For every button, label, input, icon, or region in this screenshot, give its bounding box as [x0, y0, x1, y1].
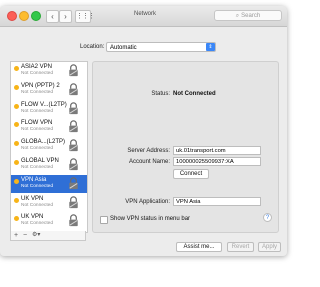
search-icon: ⌕: [235, 13, 240, 19]
service-list-item[interactable]: GLOBA...(L2TP) Not Connected: [11, 137, 87, 155]
service-status: Not Connected: [21, 71, 53, 76]
network-preferences-window: ‹ › ⋮⋮⋮ Network ⌕ Search Location: Automa…: [0, 6, 287, 256]
vpn-lock-icon: [69, 214, 78, 227]
vpn-lock-icon: [69, 139, 78, 152]
service-status: Not Connected: [21, 183, 53, 189]
status-dot-icon: [14, 178, 19, 184]
service-list-footer: + − ⚙▾: [10, 231, 86, 241]
service-name: ASIA2 VPN: [21, 64, 53, 70]
chevron-updown-icon: ⇕: [206, 43, 215, 51]
service-list-item[interactable]: VPN Asia Not Connected: [11, 174, 87, 193]
account-name-field[interactable]: 100000025509937:XA: [173, 157, 261, 166]
status-dot-icon: [14, 66, 19, 71]
add-service-button[interactable]: +: [14, 231, 18, 240]
close-window-button[interactable]: [7, 11, 17, 21]
forward-button[interactable]: ›: [59, 10, 72, 23]
vpn-application-label: VPN Application:: [125, 199, 170, 205]
service-name: VPN (PPTP) 2: [21, 82, 60, 89]
apply-button[interactable]: Apply: [258, 242, 281, 252]
service-status: Not Connected: [21, 146, 53, 152]
minimize-window-button[interactable]: [19, 11, 29, 21]
vpn-lock-icon: [69, 195, 78, 208]
back-button[interactable]: ‹: [46, 10, 59, 23]
vpn-lock-icon: [69, 64, 78, 77]
service-status: Not Connected: [21, 221, 53, 227]
service-list-item[interactable]: ASIA2 VPN Not Connected: [11, 62, 87, 80]
service-list: ASIA2 VPN Not Connected VPN (PPTP) 2 Not Co…: [10, 61, 88, 233]
service-list-item[interactable]: FLOW VPN Not Connected: [11, 118, 87, 136]
status-dot-icon: [14, 103, 19, 109]
account-name-label: Account Name:: [128, 159, 170, 165]
service-status: Not Connected: [21, 108, 53, 114]
service-list-item[interactable]: UK VPN Not Connected: [11, 194, 87, 212]
location-value: Automatic: [110, 45, 137, 51]
vpn-lock-icon: [69, 158, 78, 171]
service-list-item[interactable]: FLOW V...(L2TP) Not Connected: [11, 100, 87, 118]
status-dot-icon: [14, 216, 19, 222]
service-status: Not Connected: [21, 202, 53, 208]
show-all-grid-button[interactable]: ⋮⋮⋮: [75, 10, 95, 23]
help-button[interactable]: ?: [263, 213, 272, 222]
status-label: Status:: [151, 91, 170, 97]
service-name: FLOW VPN: [21, 120, 53, 127]
status-dot-icon: [14, 160, 19, 165]
show-vpn-status-checkbox[interactable]: [100, 216, 108, 224]
search-placeholder: Search: [241, 13, 261, 19]
service-name: GLOBAL VPN: [21, 158, 59, 164]
zoom-window-button[interactable]: [31, 11, 41, 21]
gear-icon[interactable]: ⚙▾: [32, 231, 40, 240]
service-name: VPN Asia: [21, 176, 47, 183]
status-dot-icon: [14, 197, 19, 203]
service-list-item[interactable]: VPN (PPTP) 2 Not Connected: [11, 81, 87, 99]
service-list-item[interactable]: GLOBAL VPN Not Connected: [11, 156, 87, 174]
service-name: UK VPN: [21, 195, 44, 202]
status-dot-icon: [14, 84, 19, 90]
service-status: Not Connected: [21, 89, 53, 95]
status-dot-icon: [14, 122, 19, 128]
search-field[interactable]: ⌕ Search: [214, 10, 282, 21]
status-dot-icon: [14, 141, 19, 147]
vpn-lock-icon: [69, 101, 78, 114]
location-select[interactable]: Automatic ⇕: [106, 42, 216, 52]
revert-button[interactable]: Revert: [227, 242, 254, 252]
vpn-lock-icon: [69, 83, 78, 95]
service-list-item[interactable]: UK VPN Not Connected: [11, 212, 87, 230]
service-status: Not Connected: [21, 165, 53, 170]
server-address-label: Server Address:: [127, 148, 170, 154]
title-bar: ‹ › ⋮⋮⋮ Network ⌕ Search: [0, 6, 287, 27]
connect-button[interactable]: Connect: [173, 169, 209, 179]
vpn-application-field[interactable]: VPN Asia: [173, 197, 261, 206]
service-name: GLOBA...(L2TP): [21, 139, 66, 146]
assist-me-button[interactable]: Assist me...: [176, 242, 222, 252]
show-vpn-status-label: Show VPN status in menu bar: [110, 216, 191, 222]
vpn-lock-icon: [69, 177, 78, 189]
location-label: Location:: [80, 44, 105, 50]
service-name: UK VPN: [21, 214, 44, 221]
service-status: Not Connected: [21, 127, 53, 133]
remove-service-button[interactable]: −: [23, 231, 27, 240]
status-value: Not Connected: [173, 91, 216, 97]
window-title: Network: [133, 11, 156, 17]
vpn-lock-icon: [69, 120, 78, 133]
server-address-field[interactable]: uk.01transport.com: [173, 146, 261, 155]
service-name: FLOW V...(L2TP): [21, 101, 67, 108]
